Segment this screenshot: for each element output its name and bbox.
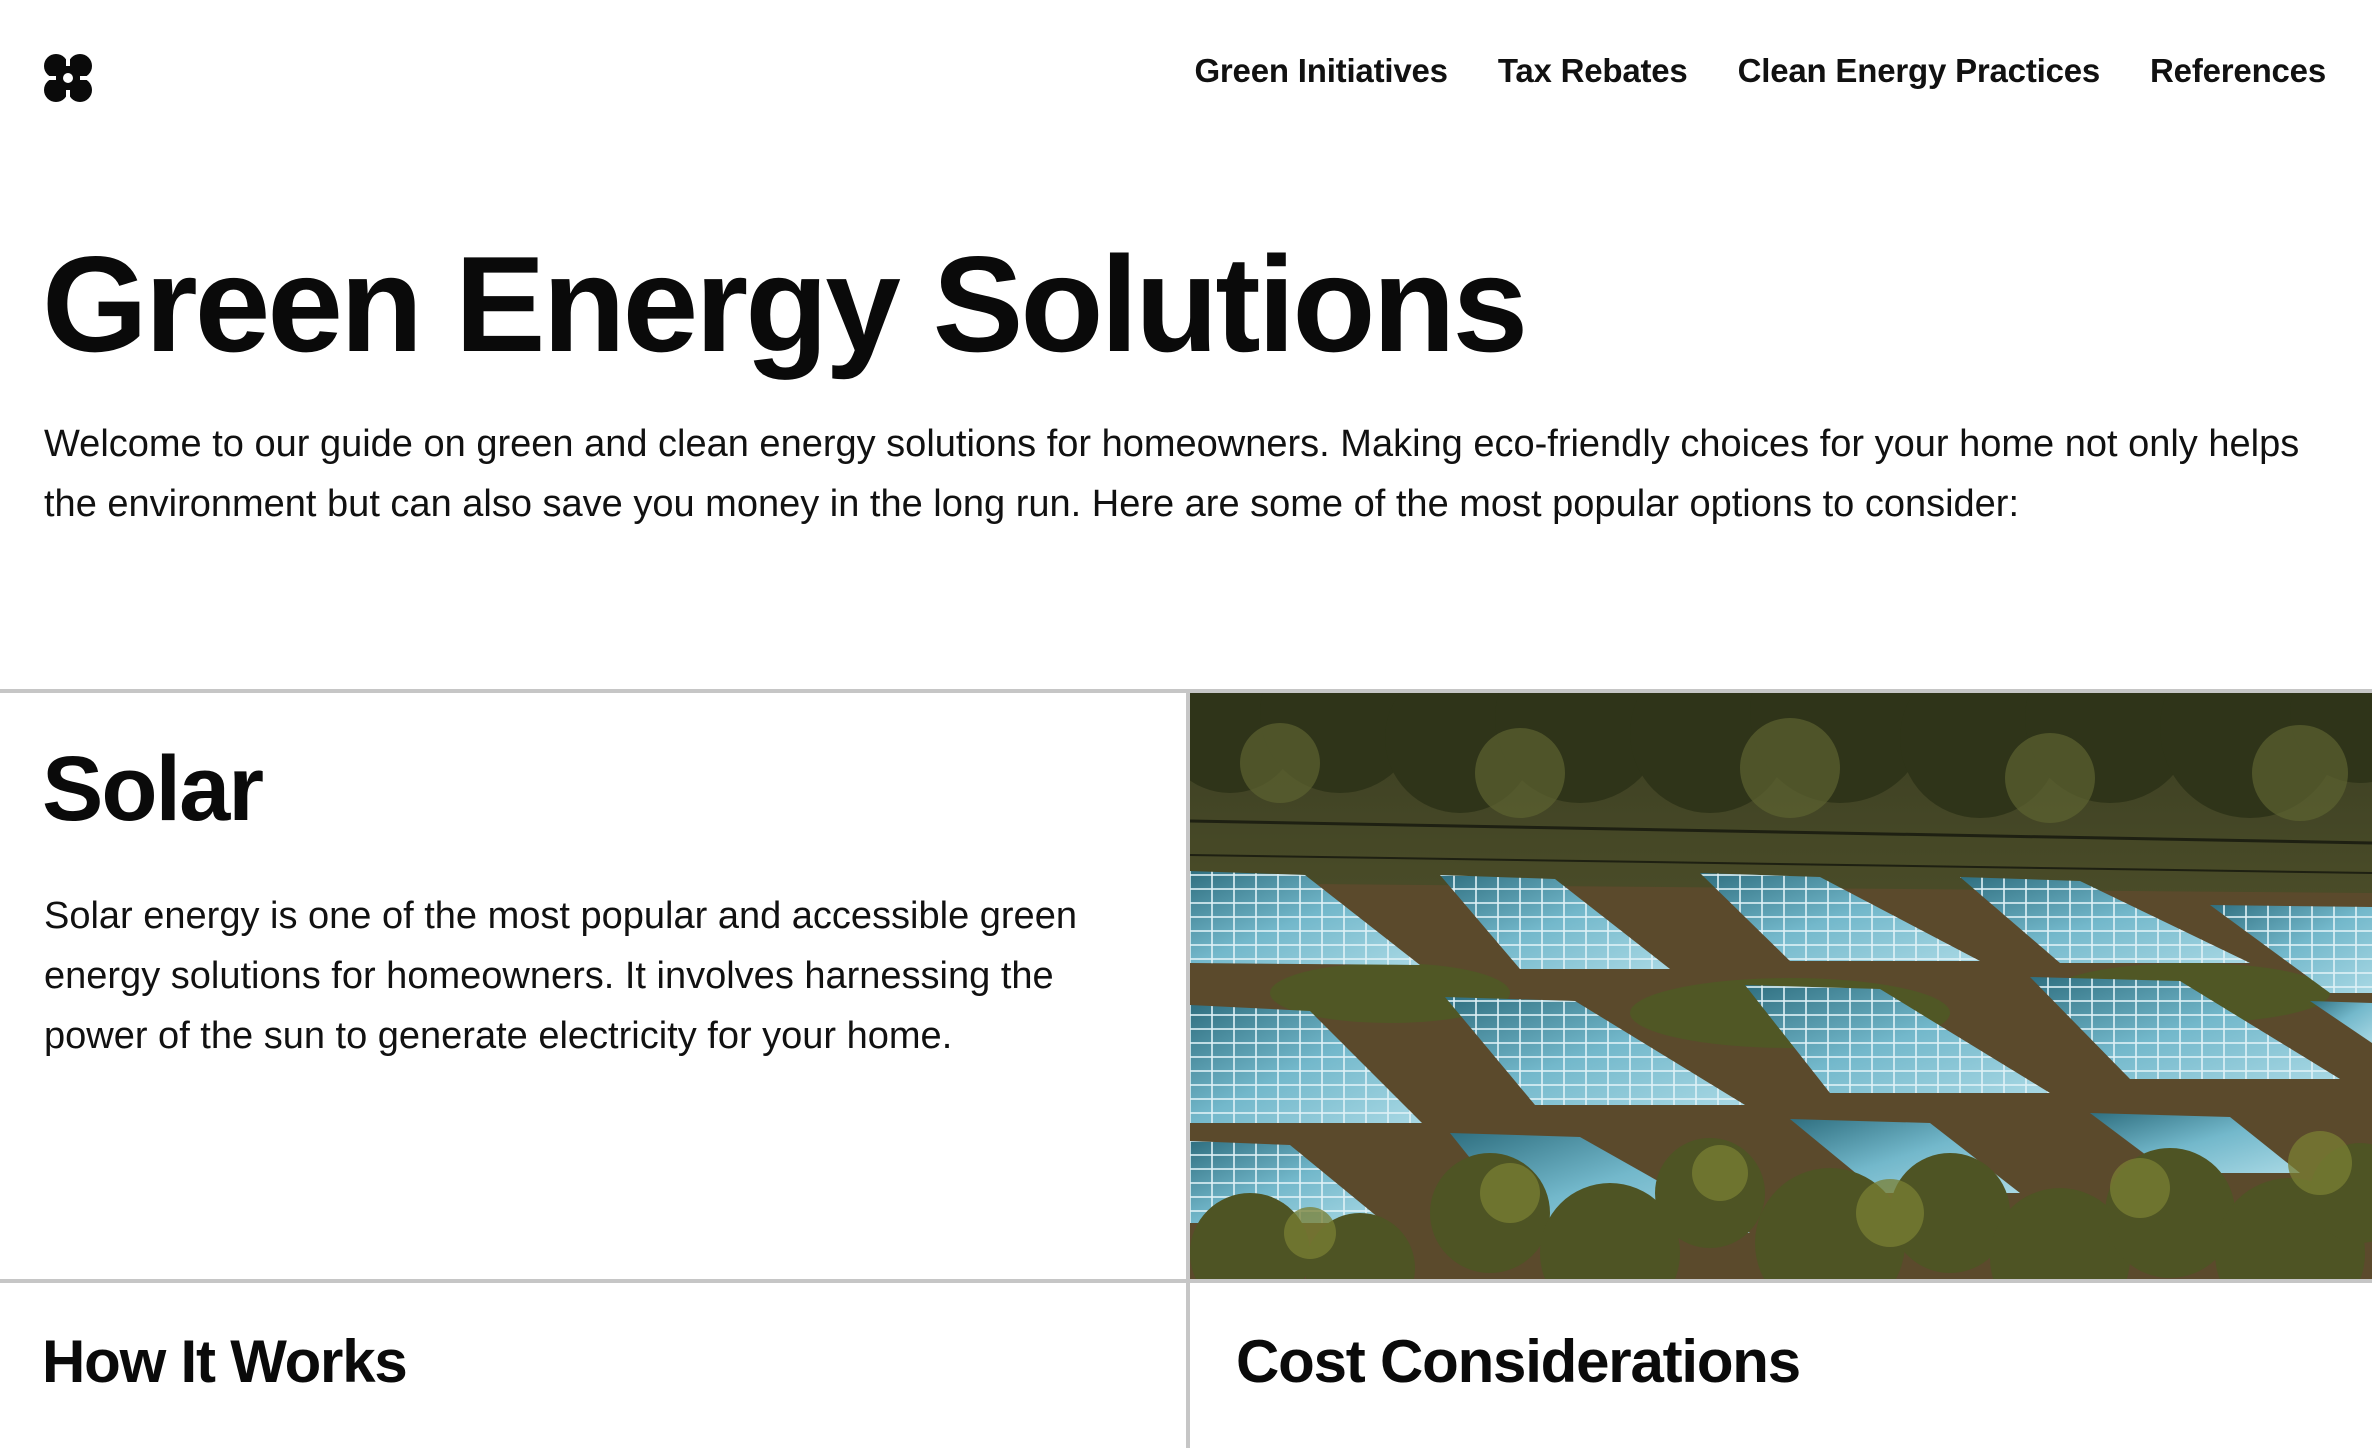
intro-paragraph: Welcome to our guide on green and clean … [44,423,2300,525]
how-it-works-heading: How It Works [42,1328,408,1395]
top-navigation-bar: Green Initiatives Tax Rebates Clean Ener… [0,0,2372,150]
nav-link-green-initiatives[interactable]: Green Initiatives [1194,52,1448,90]
cost-considerations-heading: Cost Considerations [1236,1328,1801,1395]
nav-link-references[interactable]: References [2150,52,2326,90]
solar-panels-image [1190,693,2372,1279]
solar-description: Solar energy is one of the most popular … [44,895,1077,1057]
page-title: Green Energy Solutions [42,228,1528,380]
nav-link-clean-energy-practices[interactable]: Clean Energy Practices [1738,52,2101,90]
four-leaf-clover-icon [44,54,92,102]
main-nav: Green Initiatives Tax Rebates Clean Ener… [1194,52,2326,90]
nav-link-tax-rebates[interactable]: Tax Rebates [1498,52,1688,90]
section-divider-bottom [0,1279,2372,1283]
solar-heading: Solar [42,738,264,840]
